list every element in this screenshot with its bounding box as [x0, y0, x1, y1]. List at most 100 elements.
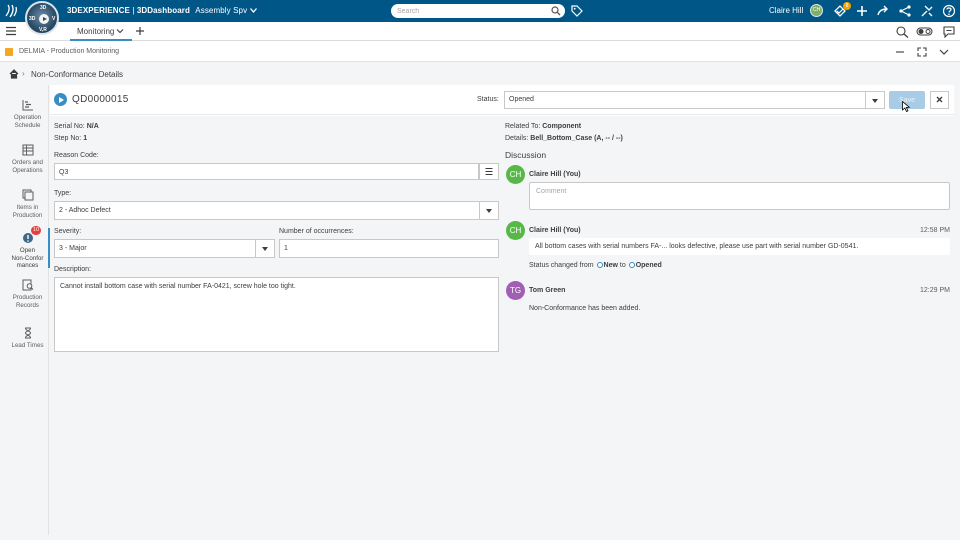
sidebar-item-operation-schedule[interactable]: Operation Schedule: [6, 99, 49, 129]
details-value: Bell_Bottom_Case (A, -- / --): [530, 135, 623, 142]
close-button[interactable]: [930, 91, 949, 109]
sidebar-label: Records: [15, 301, 40, 309]
sidebar-label: mances: [16, 262, 39, 270]
compass-label-bottom: V,R: [39, 27, 47, 33]
avatar: CH: [506, 221, 525, 240]
message-author-name: Tom Green: [529, 287, 566, 294]
brand-title[interactable]: 3DEXPERIENCE | 3DDashboard Assembly Spv: [67, 6, 257, 15]
sidebar-label: Items in: [16, 204, 39, 211]
comment-author-name: Claire Hill (You): [529, 171, 581, 178]
caret-down-icon: [486, 209, 492, 213]
sidebar-item-open-non-conformances[interactable]: 10 Open Non-Confor mances: [6, 226, 50, 270]
play-status-icon: [54, 93, 67, 106]
message-text: Non-Conformance has been added.: [529, 305, 641, 312]
maximize-icon[interactable]: [916, 46, 928, 58]
tag-icon[interactable]: [571, 5, 583, 17]
app-icon: [5, 48, 13, 56]
message-bubble: All bottom cases with serial numbers FA-…: [529, 238, 950, 255]
records-search-icon: [22, 279, 33, 291]
compass-label-left: 3D: [29, 16, 36, 22]
chevron-down-icon[interactable]: [938, 46, 950, 58]
items-icon: [22, 189, 33, 201]
sidebar-item-orders-operations[interactable]: Orders and Operations: [6, 144, 49, 174]
user-name[interactable]: Claire Hill: [769, 6, 803, 15]
message-text: All bottom cases with serial numbers FA-…: [535, 243, 859, 250]
caret-down-icon: [872, 99, 878, 103]
type-label: Type:: [54, 190, 72, 197]
search-content-icon[interactable]: [895, 25, 909, 38]
reason-code-field[interactable]: Q3: [54, 163, 479, 180]
sidebar-label: Schedule: [14, 121, 41, 129]
severity-value: 3 - Major: [59, 245, 87, 252]
search-bar: [391, 4, 565, 18]
add-tab-icon[interactable]: [135, 26, 145, 36]
search-icon[interactable]: [551, 6, 561, 16]
message-timestamp: 12:29 PM: [920, 287, 950, 294]
tools-icon[interactable]: [920, 4, 934, 18]
breadcrumb-current: Non-Conformance Details: [31, 70, 124, 79]
toggle-view-icon[interactable]: [916, 25, 933, 38]
message-author-name: Claire Hill (You): [529, 227, 581, 234]
top-bar: 3D 3D V V,R 3DEXPERIENCE | 3DDashboard A…: [0, 0, 960, 35]
sidebar-badge: 10: [31, 226, 41, 235]
close-icon: [936, 96, 943, 103]
search-input[interactable]: [397, 4, 547, 18]
notification-badge: 8: [843, 2, 851, 10]
description-value: Cannot install bottom case with serial n…: [60, 283, 296, 290]
share-icon[interactable]: [898, 4, 912, 18]
3ds-logo-icon[interactable]: [4, 3, 20, 19]
status-change-line: Status changed from New to Opened: [529, 262, 662, 269]
status-select[interactable]: Opened: [504, 91, 885, 109]
list-icon: [485, 167, 493, 176]
sidebar-label: Open: [19, 247, 36, 254]
related-label: Related To:: [505, 123, 541, 130]
status-change-prefix: Status changed from: [529, 262, 594, 269]
description-field[interactable]: Cannot install bottom case with serial n…: [54, 277, 499, 352]
tab-monitoring[interactable]: Monitoring: [70, 22, 132, 41]
menu-icon[interactable]: [6, 26, 16, 36]
occurrences-label: Number of occurrences:: [279, 228, 354, 235]
chat-icon[interactable]: [942, 25, 956, 38]
sidebar-label: Non-Confor: [11, 254, 44, 262]
chevron-down-icon[interactable]: [116, 27, 124, 35]
step-value: 1: [83, 135, 88, 142]
occurrences-field[interactable]: 1: [279, 239, 499, 258]
related-value: Component: [542, 123, 582, 130]
type-value: 2 - Adhoc Defect: [59, 207, 111, 214]
brand-3dexperience: 3DEXPERIENCE: [67, 6, 130, 15]
forward-icon[interactable]: [876, 4, 890, 18]
severity-select[interactable]: 3 - Major: [54, 239, 275, 258]
avatar: CH: [506, 165, 525, 184]
severity-dropdown-button[interactable]: [255, 240, 274, 257]
reason-code-list-button[interactable]: [479, 163, 499, 180]
sidebar-label: Orders and: [12, 159, 43, 166]
status-to: Opened: [635, 262, 662, 269]
status-change-mid: to: [619, 262, 626, 269]
brand-space: Assembly Spv: [195, 6, 248, 15]
home-icon[interactable]: [9, 69, 19, 79]
status-from: New: [603, 262, 618, 269]
step-label: Step No:: [54, 135, 82, 142]
sidebar-item-production-records[interactable]: Production Records: [6, 279, 49, 309]
sidebar-item-lead-times[interactable]: Lead Times: [6, 327, 49, 350]
sidebar: Operation Schedule Orders and Operations…: [6, 85, 50, 535]
comment-placeholder: Comment: [536, 188, 567, 195]
schedule-chart-icon: [22, 100, 33, 111]
status-dropdown-button[interactable]: [865, 92, 884, 108]
mouse-cursor-icon: [902, 101, 910, 112]
status-value: Opened: [509, 96, 534, 103]
help-icon[interactable]: [942, 4, 956, 18]
sidebar-label: Lead Times: [11, 342, 44, 349]
user-avatar[interactable]: CH: [810, 4, 823, 17]
sidebar-item-items-in-production[interactable]: Items in Production: [6, 189, 49, 219]
non-conformance-panel: QD0000015 Status: Opened Save Serial No:…: [50, 85, 954, 535]
compass-icon[interactable]: 3D 3D V V,R: [25, 1, 59, 35]
add-icon[interactable]: [855, 4, 869, 18]
comment-input[interactable]: Comment: [529, 182, 950, 210]
serial-label: Serial No:: [54, 123, 85, 130]
compass-label-right: V: [52, 16, 56, 22]
type-dropdown-button[interactable]: [479, 202, 498, 219]
minimize-icon[interactable]: [894, 46, 906, 58]
status-dot-icon: [596, 262, 603, 268]
type-select[interactable]: 2 - Adhoc Defect: [54, 201, 499, 220]
